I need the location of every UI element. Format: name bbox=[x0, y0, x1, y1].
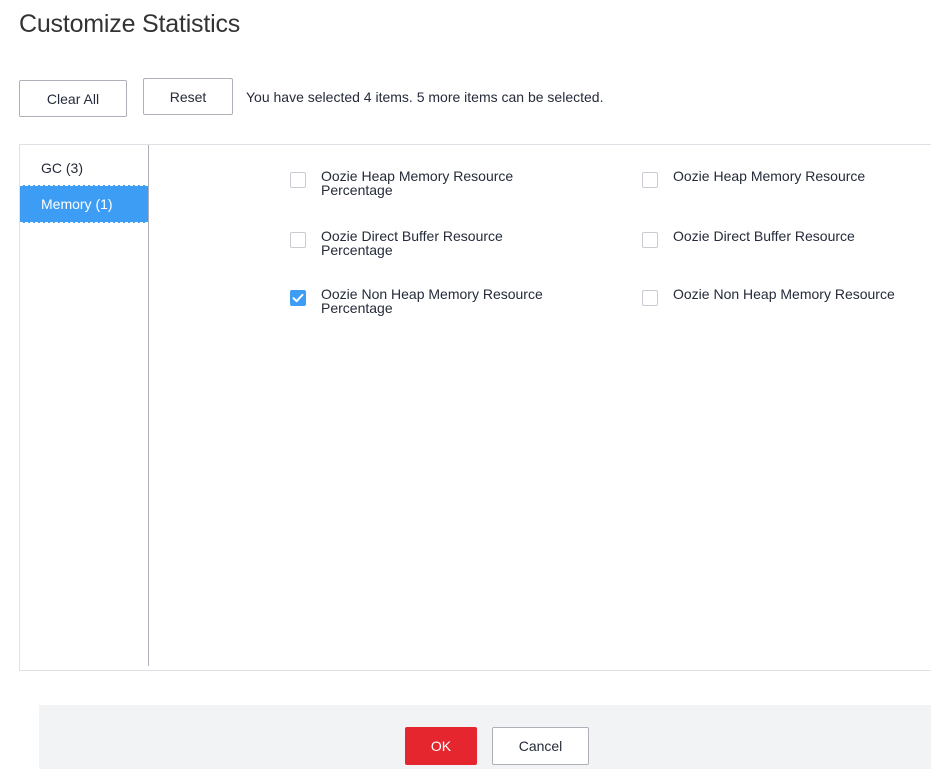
checkbox[interactable] bbox=[642, 172, 658, 188]
option-label: Oozie Non Heap Memory Resource Percentag… bbox=[321, 286, 543, 316]
checkbox[interactable] bbox=[290, 172, 306, 188]
option-heap-memory[interactable]: Oozie Heap Memory Resource bbox=[642, 169, 923, 188]
sidebar-item-gc[interactable]: GC (3) bbox=[20, 149, 148, 187]
statistics-panel: GC (3) Memory (1) Oozie Heap Memory Reso… bbox=[19, 144, 931, 671]
option-label: Oozie Non Heap Memory Resource bbox=[673, 286, 895, 302]
option-heap-memory-percentage[interactable]: Oozie Heap Memory Resource Percentage bbox=[290, 169, 551, 197]
option-label: Oozie Direct Buffer Resource Percentage bbox=[321, 228, 503, 258]
option-label: Oozie Direct Buffer Resource bbox=[673, 228, 855, 244]
selection-info-text: You have selected 4 items. 5 more items … bbox=[246, 89, 604, 105]
option-direct-buffer[interactable]: Oozie Direct Buffer Resource bbox=[642, 229, 923, 248]
option-direct-buffer-percentage[interactable]: Oozie Direct Buffer Resource Percentage bbox=[290, 229, 551, 257]
checkbox[interactable] bbox=[642, 232, 658, 248]
ok-button[interactable]: OK bbox=[405, 727, 477, 765]
checkbox[interactable] bbox=[642, 290, 658, 306]
option-non-heap-memory[interactable]: Oozie Non Heap Memory Resource bbox=[642, 287, 923, 306]
option-label: Oozie Heap Memory Resource bbox=[673, 168, 866, 184]
category-sidebar: GC (3) Memory (1) bbox=[20, 145, 149, 666]
clear-all-button[interactable]: Clear All bbox=[19, 80, 127, 117]
checkmark-icon bbox=[292, 293, 304, 303]
dialog-title: Customize Statistics bbox=[19, 10, 241, 38]
reset-button[interactable]: Reset bbox=[143, 78, 233, 115]
checkbox-checked[interactable] bbox=[290, 290, 306, 306]
option-non-heap-memory-percentage[interactable]: Oozie Non Heap Memory Resource Percentag… bbox=[290, 287, 581, 315]
option-label: Oozie Heap Memory Resource Percentage bbox=[321, 168, 514, 198]
cancel-button[interactable]: Cancel bbox=[492, 727, 589, 765]
dialog-footer bbox=[39, 705, 931, 769]
sidebar-item-memory[interactable]: Memory (1) bbox=[20, 185, 148, 223]
checkbox[interactable] bbox=[290, 232, 306, 248]
